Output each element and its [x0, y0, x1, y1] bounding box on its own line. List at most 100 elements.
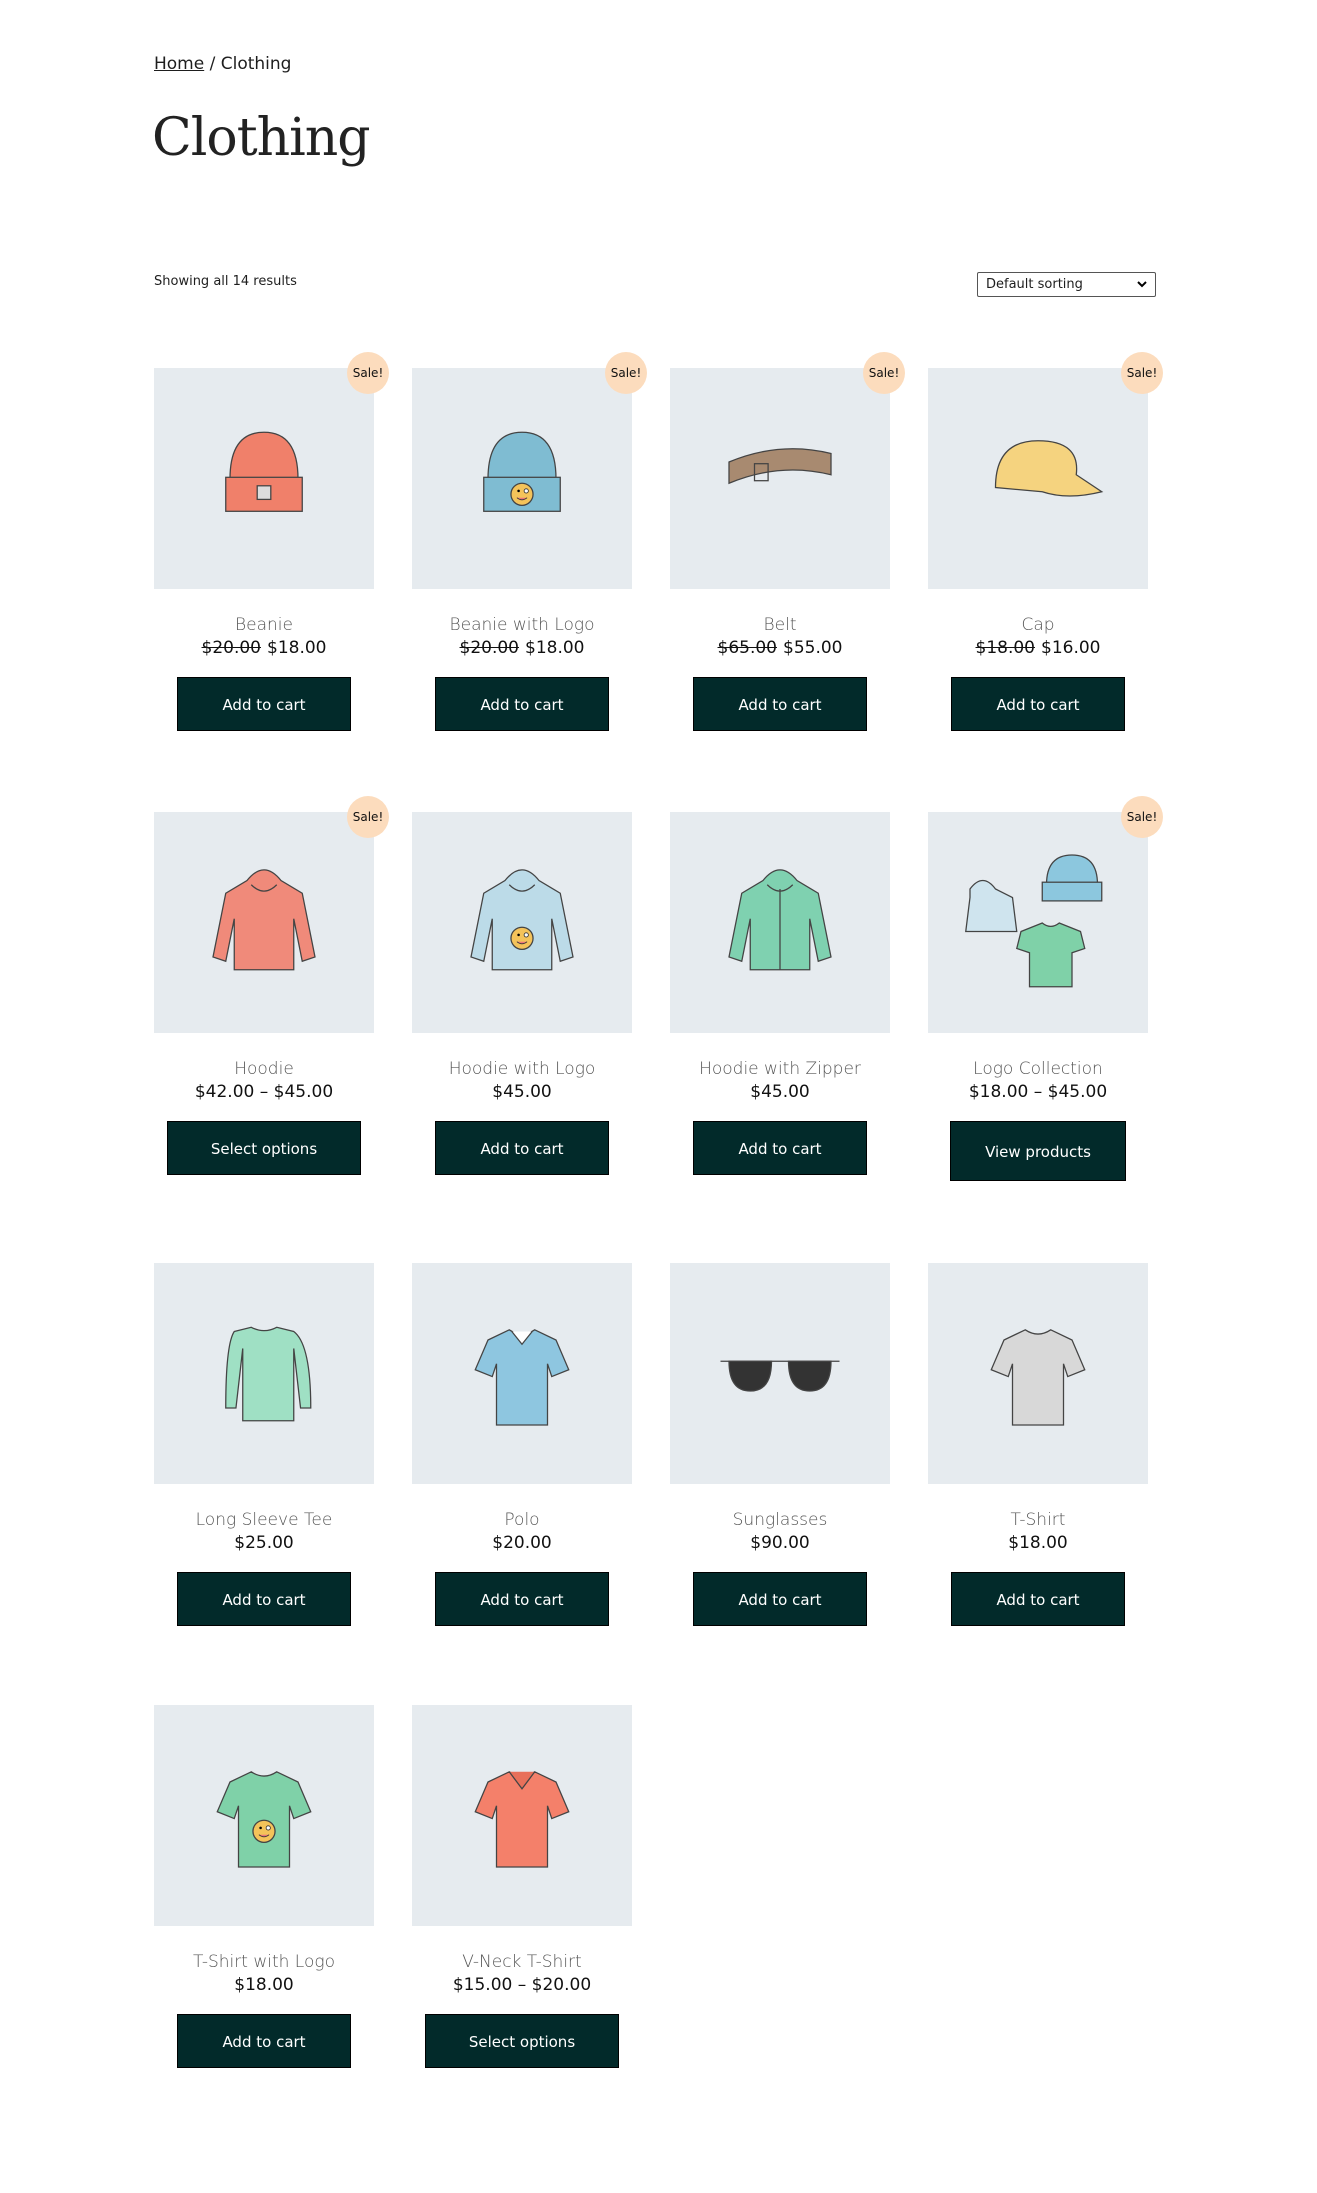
- current-price: $45.00: [750, 1082, 810, 1102]
- product-grid: Sale! Beanie $20.00 $18.00 Add to cart Sale! B…: [154, 352, 1163, 2068]
- product-action-button[interactable]: Select options: [166, 1121, 362, 1175]
- sale-badge: Sale!: [1121, 796, 1163, 838]
- product-image[interactable]: [928, 812, 1148, 1033]
- beanie-illustration-icon: [225, 431, 303, 512]
- sale-badge: Sale!: [605, 352, 647, 394]
- product-price: $20.00 $18.00: [154, 636, 374, 660]
- product-action-button[interactable]: Add to cart: [435, 1121, 609, 1175]
- product-action-button[interactable]: Add to cart: [693, 1572, 867, 1626]
- product-card: Sale! Belt $65.00 $55.00 Add to cart: [670, 352, 905, 812]
- sale-badge: Sale!: [1121, 352, 1163, 394]
- product-action-button[interactable]: Add to cart: [693, 1121, 867, 1175]
- product-image[interactable]: [412, 1705, 632, 1926]
- breadcrumb-home-link[interactable]: Home: [154, 54, 204, 74]
- product-card: T-Shirt with Logo $18.00 Add to cart: [154, 1705, 374, 2068]
- product-action-button[interactable]: View products: [950, 1121, 1126, 1181]
- product-card: V-Neck T-Shirt $15.00 – $20.00 Select opti…: [412, 1705, 632, 2068]
- product-image[interactable]: [154, 1705, 374, 1926]
- regular-price: $65.00: [717, 638, 777, 658]
- product-action-button[interactable]: Add to cart: [177, 677, 351, 731]
- product-card: Sunglasses $90.00 Add to cart: [670, 1263, 890, 1705]
- product-price: $18.00: [154, 1973, 374, 1997]
- product-action-button[interactable]: Add to cart: [693, 677, 867, 731]
- product-price: $20.00: [412, 1531, 632, 1555]
- product-name[interactable]: Sunglasses: [640, 1509, 920, 1531]
- product-card: Long Sleeve Tee $25.00 Add to cart: [154, 1263, 374, 1705]
- product-card: Sale! Cap $18.00 $16.00 Add to cart: [928, 352, 1163, 812]
- product-card: Hoodie with Zipper $45.00 Add to cart: [670, 812, 890, 1263]
- product-action-button[interactable]: Add to cart: [435, 1572, 609, 1626]
- product-name[interactable]: V-Neck T-Shirt: [382, 1951, 662, 1973]
- product-price: $20.00 $18.00: [412, 636, 632, 660]
- product-name[interactable]: Belt: [640, 614, 920, 636]
- current-price: $18.00 – $45.00: [968, 1082, 1108, 1102]
- tshirt-illustration-icon: [990, 1328, 1086, 1426]
- product-card: Sale! Hoodie $42.00 – $45.00 Select options: [154, 796, 389, 1263]
- current-price: $55.00: [783, 638, 843, 658]
- tshirt-logo-illustration-icon: [216, 1770, 312, 1868]
- product-image[interactable]: [154, 812, 374, 1033]
- product-image[interactable]: [154, 368, 374, 589]
- product-price: $18.00: [928, 1531, 1148, 1555]
- product-price: $45.00: [670, 1080, 890, 1104]
- breadcrumb-separator: /: [204, 54, 221, 74]
- product-image[interactable]: [670, 812, 890, 1033]
- beanie-logo-illustration-icon: [483, 431, 561, 512]
- product-price: $65.00 $55.00: [670, 636, 890, 660]
- product-image[interactable]: [928, 368, 1148, 589]
- product-action-button[interactable]: Select options: [424, 2014, 620, 2068]
- regular-price: $20.00: [201, 638, 261, 658]
- sorting-selected: Default sorting: [986, 277, 1083, 292]
- sorting-select[interactable]: Default sorting: [977, 272, 1156, 297]
- hoodie-logo-illustration-icon: [470, 868, 574, 970]
- product-price: $18.00 – $45.00: [928, 1080, 1148, 1104]
- product-image[interactable]: [412, 812, 632, 1033]
- product-name[interactable]: Hoodie with Logo: [382, 1058, 662, 1080]
- product-image[interactable]: [670, 368, 890, 589]
- regular-price: $20.00: [459, 638, 519, 658]
- page-title: Clothing: [152, 108, 371, 168]
- sunglasses-illustration-icon: [720, 1360, 840, 1392]
- product-action-button[interactable]: Add to cart: [177, 1572, 351, 1626]
- product-name[interactable]: Cap: [898, 614, 1178, 636]
- product-image[interactable]: [670, 1263, 890, 1484]
- polo-illustration-icon: [474, 1328, 570, 1426]
- product-name[interactable]: Polo: [382, 1509, 662, 1531]
- product-name[interactable]: Beanie: [124, 614, 404, 636]
- product-action-button[interactable]: Add to cart: [177, 2014, 351, 2068]
- product-name[interactable]: Long Sleeve Tee: [124, 1509, 404, 1531]
- current-price: $90.00: [750, 1533, 810, 1553]
- product-image[interactable]: [412, 368, 632, 589]
- product-action-button[interactable]: Add to cart: [435, 677, 609, 731]
- product-name[interactable]: Hoodie: [124, 1058, 404, 1080]
- sale-badge: Sale!: [863, 352, 905, 394]
- regular-price: $18.00: [975, 638, 1035, 658]
- product-price: $25.00: [154, 1531, 374, 1555]
- product-name[interactable]: T-Shirt: [898, 1509, 1178, 1531]
- chevron-down-icon: [1137, 277, 1147, 292]
- current-price: $18.00: [525, 638, 585, 658]
- product-price: $15.00 – $20.00: [412, 1973, 632, 1997]
- product-name[interactable]: Beanie with Logo: [382, 614, 662, 636]
- product-name[interactable]: Hoodie with Zipper: [640, 1058, 920, 1080]
- belt-illustration-icon: [728, 447, 832, 484]
- current-price: $15.00 – $20.00: [452, 1975, 592, 1995]
- product-action-button[interactable]: Add to cart: [951, 1572, 1125, 1626]
- current-price: $16.00: [1041, 638, 1101, 658]
- product-price: $45.00: [412, 1080, 632, 1104]
- product-name[interactable]: T-Shirt with Logo: [124, 1951, 404, 1973]
- current-price: $20.00: [492, 1533, 552, 1553]
- product-card: Polo $20.00 Add to cart: [412, 1263, 632, 1705]
- product-card: Sale! Beanie with Logo $20.00 $18.00 Add to …: [412, 352, 647, 812]
- product-image[interactable]: [928, 1263, 1148, 1484]
- product-card: Hoodie with Logo $45.00 Add to cart: [412, 812, 632, 1263]
- breadcrumb: Home / Clothing: [154, 54, 291, 74]
- collection-illustration-icon: [965, 853, 1103, 987]
- product-image[interactable]: [154, 1263, 374, 1484]
- cap-illustration-icon: [994, 439, 1104, 497]
- product-image[interactable]: [412, 1263, 632, 1484]
- product-action-button[interactable]: Add to cart: [951, 677, 1125, 731]
- product-name[interactable]: Logo Collection: [898, 1058, 1178, 1080]
- product-price: $42.00 – $45.00: [154, 1080, 374, 1104]
- hoodie-zip-illustration-icon: [728, 868, 832, 970]
